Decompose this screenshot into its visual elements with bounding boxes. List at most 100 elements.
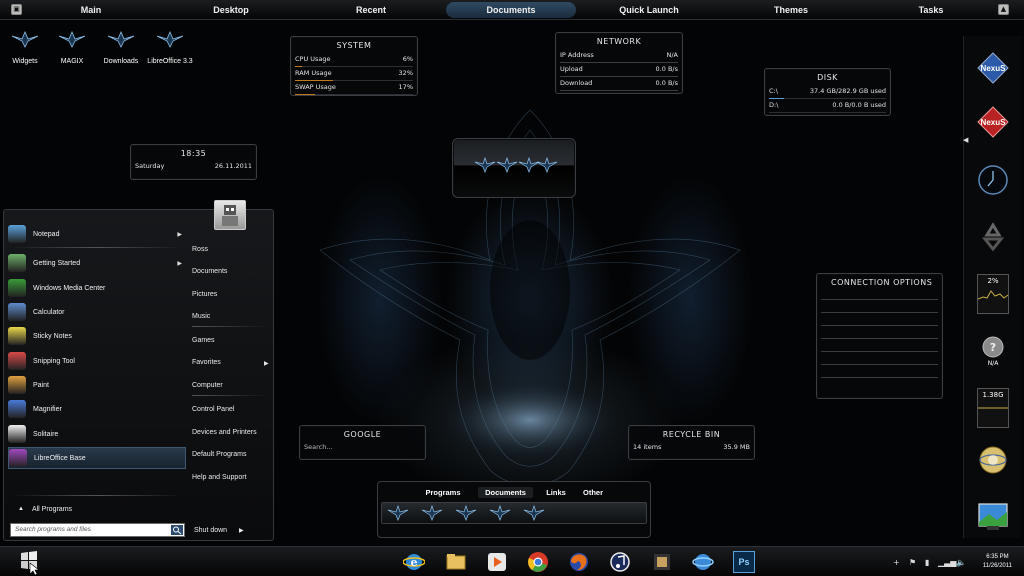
desktop-icon-downloads[interactable]: Downloads <box>96 30 146 65</box>
dock-document-icons[interactable] <box>382 503 552 523</box>
dock-tab-other[interactable]: Other <box>576 487 610 498</box>
tray-volume-icon[interactable]: 🔈 <box>956 558 966 567</box>
download-value: 0.0 B/s <box>655 79 678 87</box>
sidebar-photo-gadget[interactable] <box>977 502 1009 534</box>
launcher-icons[interactable] <box>473 155 557 175</box>
collapse-button[interactable]: ▲ <box>998 4 1009 15</box>
start-menu-link[interactable]: Default Programs <box>192 451 246 458</box>
itunes-icon[interactable] <box>609 551 631 573</box>
desktop-icon-libreoffice[interactable]: LibreOffice 3.3 <box>145 30 195 65</box>
google-search-field[interactable]: Search... <box>300 441 425 454</box>
start-menu-item[interactable]: Calculator <box>8 301 186 323</box>
window-menu-button[interactable]: ▣ <box>11 4 22 15</box>
clock-gadget: 18:35 Saturday 26.11.2011 <box>130 144 257 180</box>
media-player-icon[interactable] <box>486 551 508 573</box>
dock-tab-links[interactable]: Links <box>540 487 572 498</box>
disk-title: DISK <box>817 73 838 82</box>
start-menu-item[interactable]: Paint <box>8 374 186 396</box>
start-menu-link[interactable]: Computer <box>192 382 223 389</box>
cpu-value: 6% <box>402 55 413 63</box>
chrome-icon[interactable] <box>527 551 549 573</box>
windows-explorer-icon[interactable] <box>445 551 467 573</box>
clock-day: Saturday <box>135 162 165 170</box>
sidebar-expand-arrow-icon[interactable]: ◀ <box>963 136 968 144</box>
tab-recent[interactable]: Recent <box>340 2 402 18</box>
sidebar-memory-meter[interactable]: 1.38G <box>977 388 1009 428</box>
ram-label: RAM Usage <box>295 69 332 77</box>
connection-title: CONNECTION OPTIONS <box>831 278 933 287</box>
tab-quick-launch[interactable]: Quick Launch <box>612 2 686 18</box>
submenu-arrow-icon[interactable]: ▶ <box>177 260 182 267</box>
start-menu-item-label: Getting Started <box>33 259 81 267</box>
start-menu-link[interactable]: Control Panel <box>192 406 234 413</box>
start-menu-item[interactable]: Getting Started ▶ <box>8 252 186 274</box>
start-button[interactable] <box>18 549 40 575</box>
nexus-logo-red[interactable]: NexuS <box>977 106 1009 138</box>
ram-row: RAM Usage 32% <box>291 67 417 80</box>
tray-flag-icon[interactable]: ⚑ <box>909 558 916 567</box>
start-menu-link[interactable]: Documents <box>192 268 227 275</box>
sidebar-recycle-gadget[interactable] <box>977 220 1009 252</box>
upload-row: Upload 0.0 B/s <box>556 63 682 76</box>
desktop-icon-widgets[interactable]: Widgets <box>0 30 50 65</box>
firefox-icon[interactable] <box>568 551 590 573</box>
right-sidebar: NexuS NexuS ◀ 2% ? N/A 1.38G <box>963 36 1021 538</box>
start-menu-link[interactable]: Favorites <box>192 359 221 366</box>
sidebar-weather-gadget[interactable] <box>977 444 1009 476</box>
ie-alt-icon[interactable] <box>692 551 714 573</box>
tray-plus-icon[interactable]: + <box>893 558 900 567</box>
search-input[interactable]: Search programs and files <box>10 523 185 537</box>
tab-documents[interactable]: Documents <box>446 2 576 18</box>
start-menu-item[interactable]: Windows Media Center <box>8 277 186 299</box>
dock-tab-programs[interactable]: Programs <box>418 487 468 498</box>
start-menu-item-label: LibreOffice Base <box>34 454 86 462</box>
taskbar-clock[interactable]: 6:35 PM 11/26/2011 <box>983 553 1012 571</box>
search-icon[interactable] <box>171 525 183 535</box>
sidebar-network-meter[interactable]: ? N/A <box>977 336 1009 372</box>
start-menu-item[interactable]: Sticky Notes <box>8 325 186 347</box>
shutdown-label: Shut down <box>194 527 228 534</box>
start-menu-item[interactable]: Solitaire <box>8 423 186 445</box>
ip-value: N/A <box>666 51 679 59</box>
start-menu-link[interactable]: Devices and Printers <box>192 429 257 436</box>
all-programs-button[interactable]: ▲ All Programs <box>8 502 186 516</box>
tray-wifi-icon[interactable]: ▁▃▅ <box>938 558 956 567</box>
internet-explorer-icon[interactable]: e <box>403 551 425 573</box>
disk-d-label: D:\ <box>769 101 779 109</box>
start-menu-programs: Notepad ▶ Getting Started ▶ Windows Media Ce… <box>4 210 186 540</box>
start-menu-link[interactable]: Help and Support <box>192 474 246 481</box>
connection-options-gadget: CONNECTION OPTIONS <box>816 273 943 399</box>
start-menu-item[interactable]: Snipping Tool <box>8 350 186 372</box>
recycle-bin-gadget: RECYCLE BIN 14 items 35.9 MB <box>628 425 755 460</box>
tab-main[interactable]: Main <box>60 2 122 18</box>
system-rows: CPU Usage 6% RAM Usage 32% SWAP Usage 17% <box>291 53 417 95</box>
nexus-logo-blue[interactable]: NexuS <box>977 52 1009 84</box>
taskbar-date: 11/26/2011 <box>982 563 1012 569</box>
tab-themes[interactable]: Themes <box>760 2 822 18</box>
tab-desktop[interactable]: Desktop <box>200 2 262 18</box>
start-menu-link[interactable]: Ross <box>192 246 208 253</box>
tab-tasks[interactable]: Tasks <box>900 2 962 18</box>
submenu-arrow-icon[interactable]: ▶ <box>177 231 182 238</box>
start-menu-item[interactable]: LibreOffice Base <box>8 447 186 469</box>
sidebar-clock-gadget[interactable] <box>977 164 1009 196</box>
shutdown-button[interactable]: Shut down ▶ <box>194 527 244 534</box>
top-menu-bar: ▣ Main Desktop Recent Documents Quick La… <box>0 0 1024 20</box>
start-menu-item[interactable]: Notepad ▶ <box>8 223 186 245</box>
arrow-up-icon: ▲ <box>18 506 24 512</box>
game-icon[interactable] <box>651 551 673 573</box>
desktop-icon-magix[interactable]: MAGIX <box>47 30 97 65</box>
user-avatar[interactable] <box>214 200 246 230</box>
start-menu-link[interactable]: Games <box>192 337 215 344</box>
start-menu-item[interactable]: Magnifier <box>8 398 186 420</box>
start-menu-link[interactable]: Pictures <box>192 291 217 298</box>
system-gadget: SYSTEM CPU Usage 6% RAM Usage 32% SWAP Usa… <box>290 36 418 96</box>
program-icon <box>8 352 26 370</box>
tray-battery-icon[interactable]: ▮ <box>925 558 929 567</box>
start-menu-link[interactable]: Music <box>192 313 210 320</box>
shutdown-arrow-icon[interactable]: ▶ <box>239 528 244 534</box>
sidebar-cpu-meter[interactable]: 2% <box>977 274 1009 314</box>
favorites-arrow-icon[interactable]: ▶ <box>264 360 269 367</box>
photoshop-icon[interactable]: Ps <box>733 551 755 573</box>
dock-tab-documents[interactable]: Documents <box>478 487 533 498</box>
